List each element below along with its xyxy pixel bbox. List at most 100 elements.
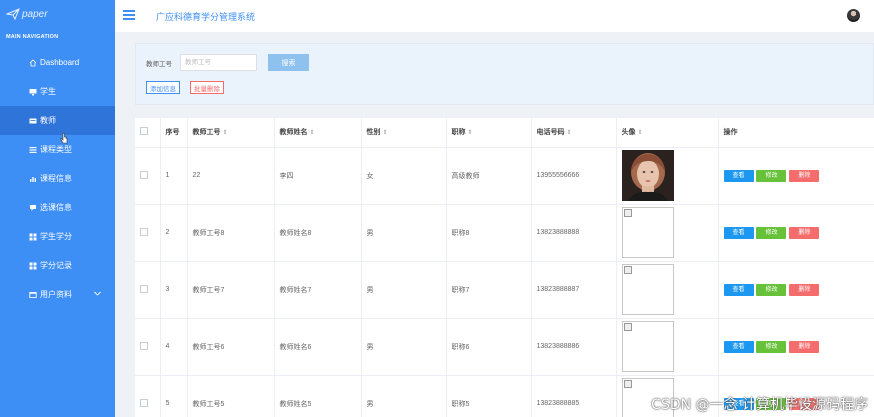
- cell-title: 职称7: [446, 261, 532, 319]
- view-button[interactable]: 查看: [723, 169, 754, 182]
- row-checkbox[interactable]: [140, 398, 148, 407]
- cell-teacher-id: 教师工号5: [187, 375, 275, 417]
- row-checkbox[interactable]: [140, 284, 148, 293]
- broken-image-icon[interactable]: [621, 264, 674, 315]
- broken-image-icon[interactable]: [621, 321, 674, 372]
- column-header[interactable]: 电话号码 ⇕: [531, 118, 617, 148]
- column-header[interactable]: 教师姓名 ⇕: [274, 118, 362, 148]
- menu-toggle-icon[interactable]: [123, 10, 135, 20]
- cell-teacher-name: 李四: [274, 147, 362, 205]
- table-row: 2 教师工号8 教师姓名8 男 职称8 13823888888 查看 修改 删除: [135, 204, 874, 262]
- sidebar-item-user-profile[interactable]: 用户资料: [0, 280, 115, 309]
- monitor-icon: [28, 87, 37, 96]
- sort-icon[interactable]: ⇕: [310, 130, 315, 136]
- edit-button[interactable]: 修改: [756, 283, 787, 296]
- cell-phone: 13823888887: [531, 261, 617, 319]
- cell-phone: 13823888885: [531, 375, 617, 417]
- cell-phone: 13955556666: [531, 147, 617, 205]
- column-header[interactable]: 教师工号 ⇕: [187, 118, 275, 148]
- column-header-label: 教师姓名: [279, 129, 308, 137]
- view-button[interactable]: 查看: [723, 226, 754, 239]
- avatar-photo[interactable]: [621, 150, 674, 201]
- column-header[interactable]: 职称 ⇕: [446, 118, 532, 148]
- cell-teacher-id: 教师工号7: [187, 261, 275, 319]
- cell-phone: 13823888888: [531, 204, 617, 262]
- edit-button[interactable]: 修改: [756, 340, 787, 353]
- edit-button[interactable]: 修改: [756, 226, 787, 239]
- cell-index: 3: [160, 261, 188, 319]
- edit-button[interactable]: 修改: [756, 169, 787, 182]
- comment-icon: [28, 203, 37, 212]
- cell-gender: 男: [361, 204, 447, 262]
- sidebar-item-course-types[interactable]: 课程类型: [0, 135, 115, 164]
- search-panel: 教师工号 搜索 添加信息 批量删除: [135, 43, 874, 105]
- column-header-label: 职称: [451, 129, 466, 137]
- sort-icon[interactable]: ⇕: [468, 130, 473, 136]
- sidebar-item-students[interactable]: 学生: [0, 77, 115, 106]
- column-header: 操作: [718, 118, 874, 148]
- delete-button[interactable]: 删除: [789, 169, 820, 182]
- cell-index: 4: [160, 318, 188, 376]
- column-header: 序号: [160, 118, 188, 148]
- delete-button[interactable]: 删除: [789, 283, 820, 296]
- wallet-icon: [28, 290, 37, 299]
- sidebar-item-teachers[interactable]: 教师: [0, 106, 131, 135]
- user-avatar[interactable]: [847, 9, 860, 22]
- cell-gender: 女: [361, 147, 447, 205]
- top-header: 广应科德育学分管理系统: [115, 0, 874, 33]
- sort-icon[interactable]: ⇕: [223, 130, 228, 136]
- logo-text: paper: [22, 8, 48, 20]
- card-icon: [28, 116, 37, 125]
- logo[interactable]: paper: [0, 0, 115, 28]
- column-header-label: 教师工号: [192, 129, 221, 137]
- batch-delete-button[interactable]: 批量删除: [190, 81, 224, 94]
- sidebar-item-dashboard[interactable]: Dashboard: [0, 48, 115, 77]
- list-icon: [28, 145, 37, 154]
- cell-teacher-id: 教师工号6: [187, 318, 275, 376]
- search-button[interactable]: 搜索: [268, 54, 309, 71]
- cell-title: 职称6: [446, 318, 532, 376]
- column-header[interactable]: 头像 ⇕: [616, 118, 719, 148]
- view-button[interactable]: 查看: [723, 283, 754, 296]
- table-row: 3 教师工号7 教师姓名7 男 职称7 13823888887 查看 修改 删除: [135, 261, 874, 319]
- sidebar-item-credit-records[interactable]: 学分记录: [0, 251, 115, 280]
- row-checkbox[interactable]: [140, 341, 148, 350]
- delete-button[interactable]: 删除: [789, 340, 820, 353]
- teacher-id-search-input[interactable]: [180, 54, 257, 71]
- main-content: 教师工号 搜索 添加信息 批量删除 序号 教师工号⇕ 教师姓名⇕ 性别⇕ 职称⇕…: [115, 33, 874, 417]
- cell-teacher-name: 教师姓名8: [274, 204, 362, 262]
- sidebar-item-label: 学分记录: [40, 261, 72, 270]
- cell-gender: 男: [361, 318, 447, 376]
- sort-icon[interactable]: ⇕: [383, 130, 388, 136]
- teacher-table: 序号 教师工号 ⇕ 教师姓名 ⇕ 性别 ⇕ 职称 ⇕ 电话号码 ⇕ 头像 ⇕ 操作 1 22…: [135, 118, 874, 417]
- column-header-label: 性别: [366, 129, 381, 137]
- row-checkbox[interactable]: [140, 170, 148, 179]
- sidebar-item-label: 课程类型: [40, 145, 72, 154]
- select-all-checkbox-cell[interactable]: [135, 118, 161, 148]
- row-checkbox[interactable]: [140, 227, 148, 236]
- select-all-checkbox[interactable]: [140, 127, 148, 136]
- sidebar-item-enrollment[interactable]: 选课信息: [0, 193, 115, 222]
- sidebar-item-course-info[interactable]: 课程信息: [0, 164, 115, 193]
- sort-icon[interactable]: ⇕: [638, 130, 643, 136]
- delete-button[interactable]: 删除: [789, 226, 820, 239]
- broken-image-icon[interactable]: [621, 207, 674, 258]
- column-header-label: 电话号码: [536, 129, 565, 137]
- table-row: 1 22 李四 女 高级教师 13955556666 查看 修改 删除: [135, 147, 874, 205]
- view-button[interactable]: 查看: [723, 340, 754, 353]
- mouse-cursor-icon: [60, 133, 68, 144]
- table-header-row: 序号 教师工号 ⇕ 教师姓名 ⇕ 性别 ⇕ 职称 ⇕ 电话号码 ⇕ 头像 ⇕ 操作: [135, 118, 874, 148]
- home-icon: [28, 58, 37, 67]
- sidebar-item-student-credits[interactable]: 学生学分: [0, 222, 115, 251]
- search-label: 教师工号: [146, 61, 172, 68]
- nav-heading: MAIN NAVIGATION: [6, 34, 59, 40]
- cell-teacher-id: 教师工号8: [187, 204, 275, 262]
- cell-phone: 13823888886: [531, 318, 617, 376]
- add-info-button[interactable]: 添加信息: [146, 81, 180, 94]
- cell-title: 职称8: [446, 204, 532, 262]
- sort-icon[interactable]: ⇕: [567, 130, 572, 136]
- watermark: CSDN @一念 计算机毕设源码程序: [651, 397, 868, 413]
- page-title: 广应科德育学分管理系统: [156, 12, 256, 22]
- sidebar-item-label: 用户资料: [40, 290, 72, 299]
- column-header[interactable]: 性别 ⇕: [361, 118, 447, 148]
